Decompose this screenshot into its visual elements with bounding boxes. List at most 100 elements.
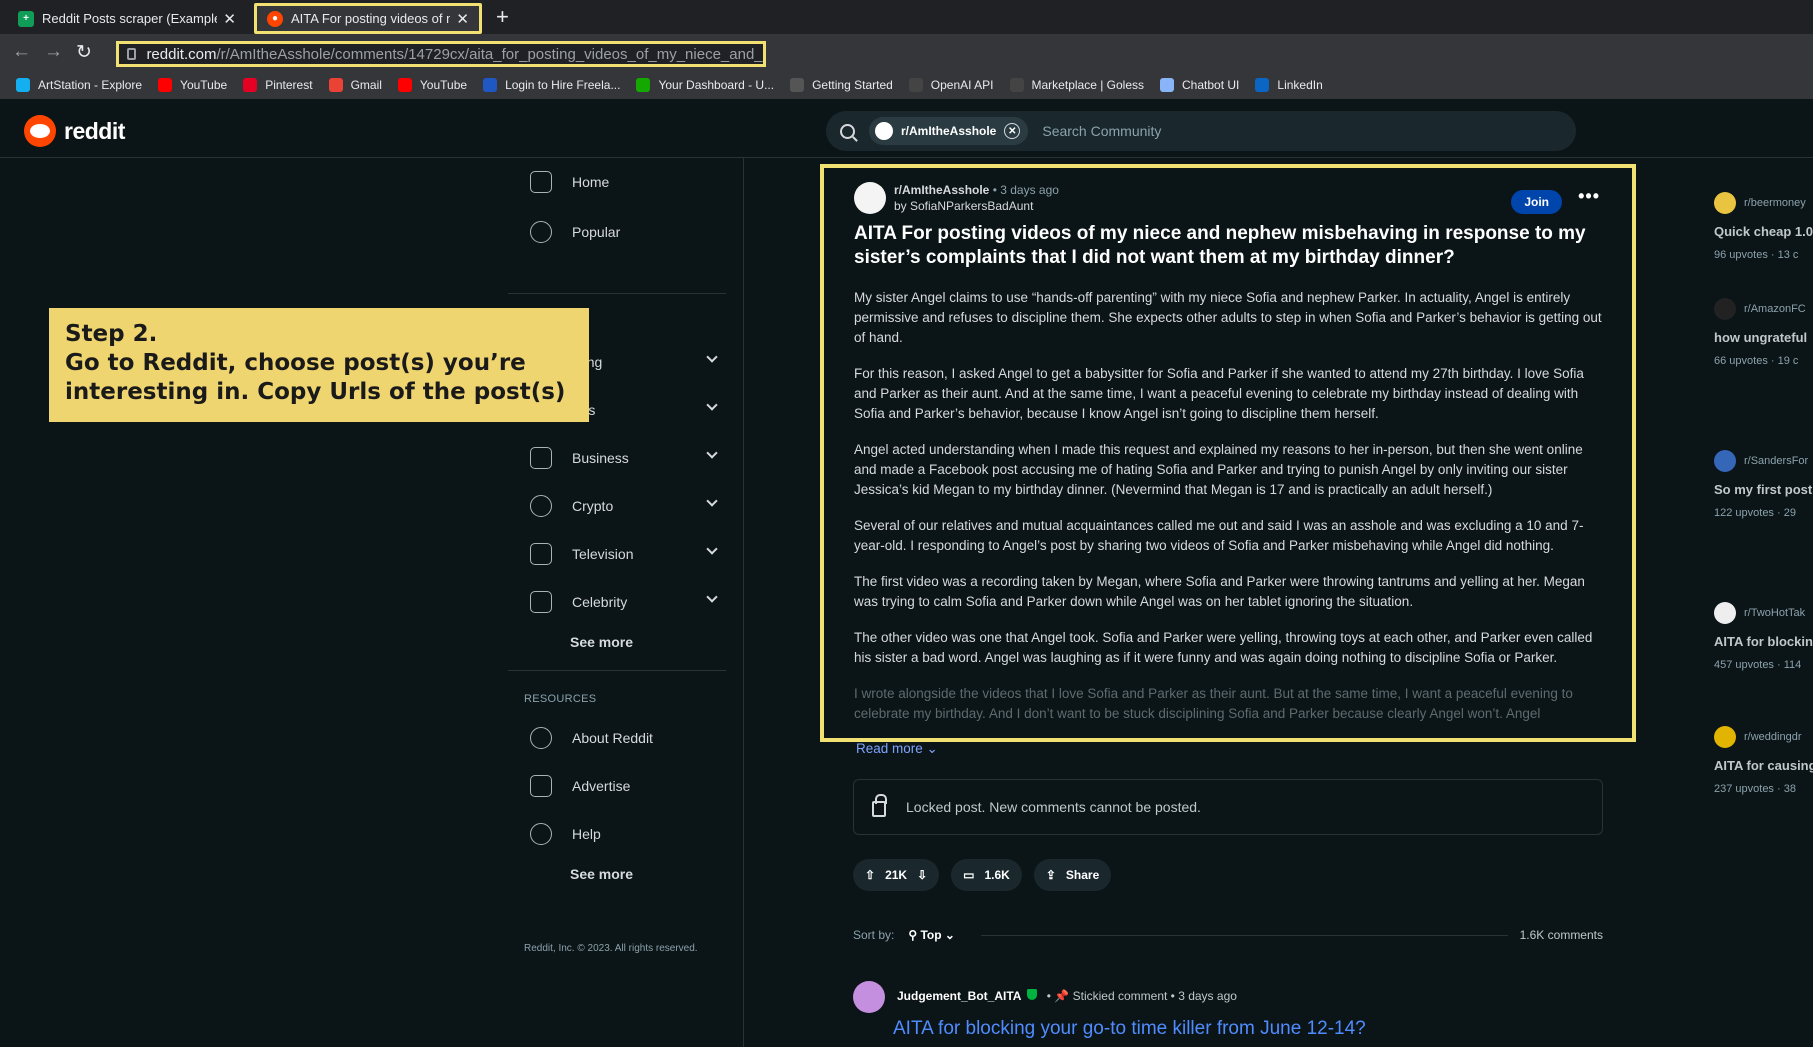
community-chip[interactable]: r/AmItheAsshole ✕ <box>869 117 1029 145</box>
bookmark-item[interactable]: YouTube <box>158 77 227 92</box>
new-tab-button[interactable]: + <box>496 4 509 30</box>
reload-icon[interactable]: ↻ <box>76 41 92 64</box>
see-more-resources-button[interactable]: See more <box>570 866 633 882</box>
tab-aita-post[interactable]: ● AITA For posting videos of my ni ✕ <box>254 3 482 34</box>
sidebar-item-about-reddit[interactable]: About Reddit <box>508 716 728 760</box>
search-input[interactable]: Search Community <box>1042 123 1161 139</box>
brand-wordmark: reddit <box>64 117 125 144</box>
bookmark-item[interactable]: LinkedIn <box>1255 77 1323 92</box>
recent-posts-column: r/beermoney Quick cheap 1.0 96 upvotes · 1… <box>1700 160 1813 1047</box>
recent-post-subreddit: r/TwoHotTak <box>1744 607 1806 619</box>
bookmark-item[interactable]: Pinterest <box>243 77 313 92</box>
tab-reddit-posts-scraper[interactable]: + Reddit Posts scraper (Example ta ✕ <box>8 3 246 34</box>
sidebar-item-help[interactable]: Help <box>508 812 728 856</box>
post-body: My sister Angel claims to use “hands-off… <box>854 288 1602 724</box>
address-bar[interactable]: reddit.com /r/AmItheAsshole/comments/147… <box>116 41 766 67</box>
bookmark-label: Chatbot UI <box>1182 77 1240 92</box>
recent-post-subreddit: r/weddingdr <box>1744 731 1802 743</box>
callout-line-1: Step 2. <box>65 321 158 347</box>
reddit-logo[interactable]: reddit <box>24 115 125 147</box>
subreddit-link[interactable]: r/AmItheAsshole <box>894 183 989 197</box>
comment-count: 1.6K <box>984 868 1010 882</box>
recent-post-title: So my first post But that only m <box>1714 482 1813 497</box>
subreddit-avatar[interactable] <box>854 182 886 214</box>
recent-post-subreddit: r/SandersFor <box>1744 455 1809 467</box>
sidebar-item-television[interactable]: Television <box>508 532 728 576</box>
forward-icon[interactable]: → <box>44 41 63 63</box>
bookmark-item[interactable]: Getting Started <box>790 77 893 92</box>
sidebar-item-business[interactable]: Business <box>508 436 728 480</box>
comment-link[interactable]: AITA for blocking your go-to time killer… <box>893 1018 1366 1040</box>
tab-title: Reddit Posts scraper (Example ta <box>42 11 218 26</box>
bookmark-item[interactable]: YouTube <box>397 77 467 92</box>
locked-text: Locked post. New comments cannot be post… <box>906 799 1201 815</box>
upvote-icon[interactable]: ⇧ <box>865 868 875 882</box>
sidebar-item-popular[interactable]: Popular <box>508 210 728 254</box>
moderator-shield-icon <box>1027 989 1038 1000</box>
subreddit-avatar <box>1714 192 1736 214</box>
step-callout: Step 2. Go to Reddit, choose post(s) you… <box>49 308 589 422</box>
downvote-icon[interactable]: ⇩ <box>917 868 927 882</box>
recent-post-card[interactable]: r/beermoney Quick cheap 1.0 96 upvotes · 1… <box>1714 192 1813 261</box>
bookmark-label: Getting Started <box>812 77 893 92</box>
television-icon <box>530 543 552 565</box>
comments-button[interactable]: ▭ 1.6K <box>951 859 1022 891</box>
subreddit-avatar <box>1714 450 1736 472</box>
share-icon: ⇪ <box>1045 868 1056 882</box>
sidebar-item-home[interactable]: Home <box>508 160 728 204</box>
recent-post-title: Quick cheap 1.0 <box>1714 224 1813 239</box>
snoo-icon <box>24 115 56 147</box>
see-more-topics-button[interactable]: See more <box>570 634 633 650</box>
recent-post-sub: r/TwoHotTak <box>1714 602 1813 624</box>
sidebar-item-label: Business <box>572 450 629 466</box>
join-button[interactable]: Join <box>1511 190 1562 214</box>
callout-line-2: Go to Reddit, choose post(s) you’re <box>65 350 526 376</box>
bookmark-label: ArtStation - Explore <box>38 77 143 92</box>
about-reddit-icon <box>530 727 552 749</box>
copyright-text: Reddit, Inc. © 2023. All rights reserved… <box>524 943 698 954</box>
recent-post-title: how ungrateful <box>1714 330 1808 345</box>
sidebar-item-celebrity[interactable]: Celebrity <box>508 580 728 624</box>
avatar[interactable] <box>853 981 885 1013</box>
megaphone-icon <box>530 775 552 797</box>
bookmark-label: OpenAI API <box>930 77 994 92</box>
recent-post-card[interactable]: r/SandersFor So my first post But that on… <box>1714 450 1813 519</box>
locked-post-notice: Locked post. New comments cannot be post… <box>853 779 1603 835</box>
bookmark-label: Your Dashboard - U... <box>658 77 775 92</box>
more-options-icon[interactable]: ••• <box>1578 186 1600 207</box>
clear-chip-icon[interactable]: ✕ <box>1004 123 1021 139</box>
recent-post-stats: 122 upvotes · 29 <box>1714 507 1796 519</box>
read-more-button[interactable]: Read more ⌄ <box>856 741 938 757</box>
share-button[interactable]: ⇪ Share <box>1033 859 1112 891</box>
bookmark-item[interactable]: Marketplace | Goless <box>1009 77 1144 92</box>
sort-dropdown[interactable]: ⚲ Top ⌄ <box>908 928 955 942</box>
recent-post-stats: 96 upvotes · 13 c <box>1714 249 1799 261</box>
close-icon[interactable]: ✕ <box>456 10 469 28</box>
bookmark-favicon-icon <box>328 77 343 92</box>
lock-icon <box>127 48 137 60</box>
bookmark-favicon-icon <box>243 77 258 92</box>
recent-post-card[interactable]: r/AmazonFC how ungrateful 66 upvotes · 19 … <box>1714 298 1813 367</box>
close-icon[interactable]: ✕ <box>223 10 236 28</box>
recent-post-card[interactable]: r/TwoHotTak AITA for blockin without tell… <box>1714 602 1813 671</box>
pin-icon: 📌 <box>1054 989 1070 1003</box>
sidebar-item-label: About Reddit <box>572 730 653 746</box>
column-divider <box>743 158 744 1047</box>
sidebar-item-crypto[interactable]: Crypto <box>508 484 728 528</box>
recent-post-card[interactable]: r/weddingdr AITA for causing 237 upvotes ·… <box>1714 726 1813 795</box>
search-bar[interactable]: r/AmItheAsshole ✕ Search Community <box>826 111 1576 151</box>
bookmark-item[interactable]: ArtStation - Explore <box>16 77 143 92</box>
bookmark-item[interactable]: Login to Hire Freela... <box>483 77 620 92</box>
sort-label: Sort by: <box>853 928 895 942</box>
bookmark-item[interactable]: Gmail <box>328 77 382 92</box>
bookmark-item[interactable]: OpenAI API <box>908 77 994 92</box>
comment-author[interactable]: Judgement_Bot_AITA <box>897 989 1021 1003</box>
sidebar-item-label: Help <box>572 826 601 842</box>
bookmark-item[interactable]: Your Dashboard - U... <box>636 77 775 92</box>
back-icon[interactable]: ← <box>12 41 31 63</box>
bookmark-item[interactable]: Chatbot UI <box>1160 77 1240 92</box>
sidebar-item-advertise[interactable]: Advertise <box>508 764 728 808</box>
post-author[interactable]: by SofiaNParkersBadAunt <box>894 199 1033 213</box>
callout-line-3: interesting in. Copy Urls of the post(s) <box>65 379 566 405</box>
bookmark-favicon-icon <box>397 77 412 92</box>
